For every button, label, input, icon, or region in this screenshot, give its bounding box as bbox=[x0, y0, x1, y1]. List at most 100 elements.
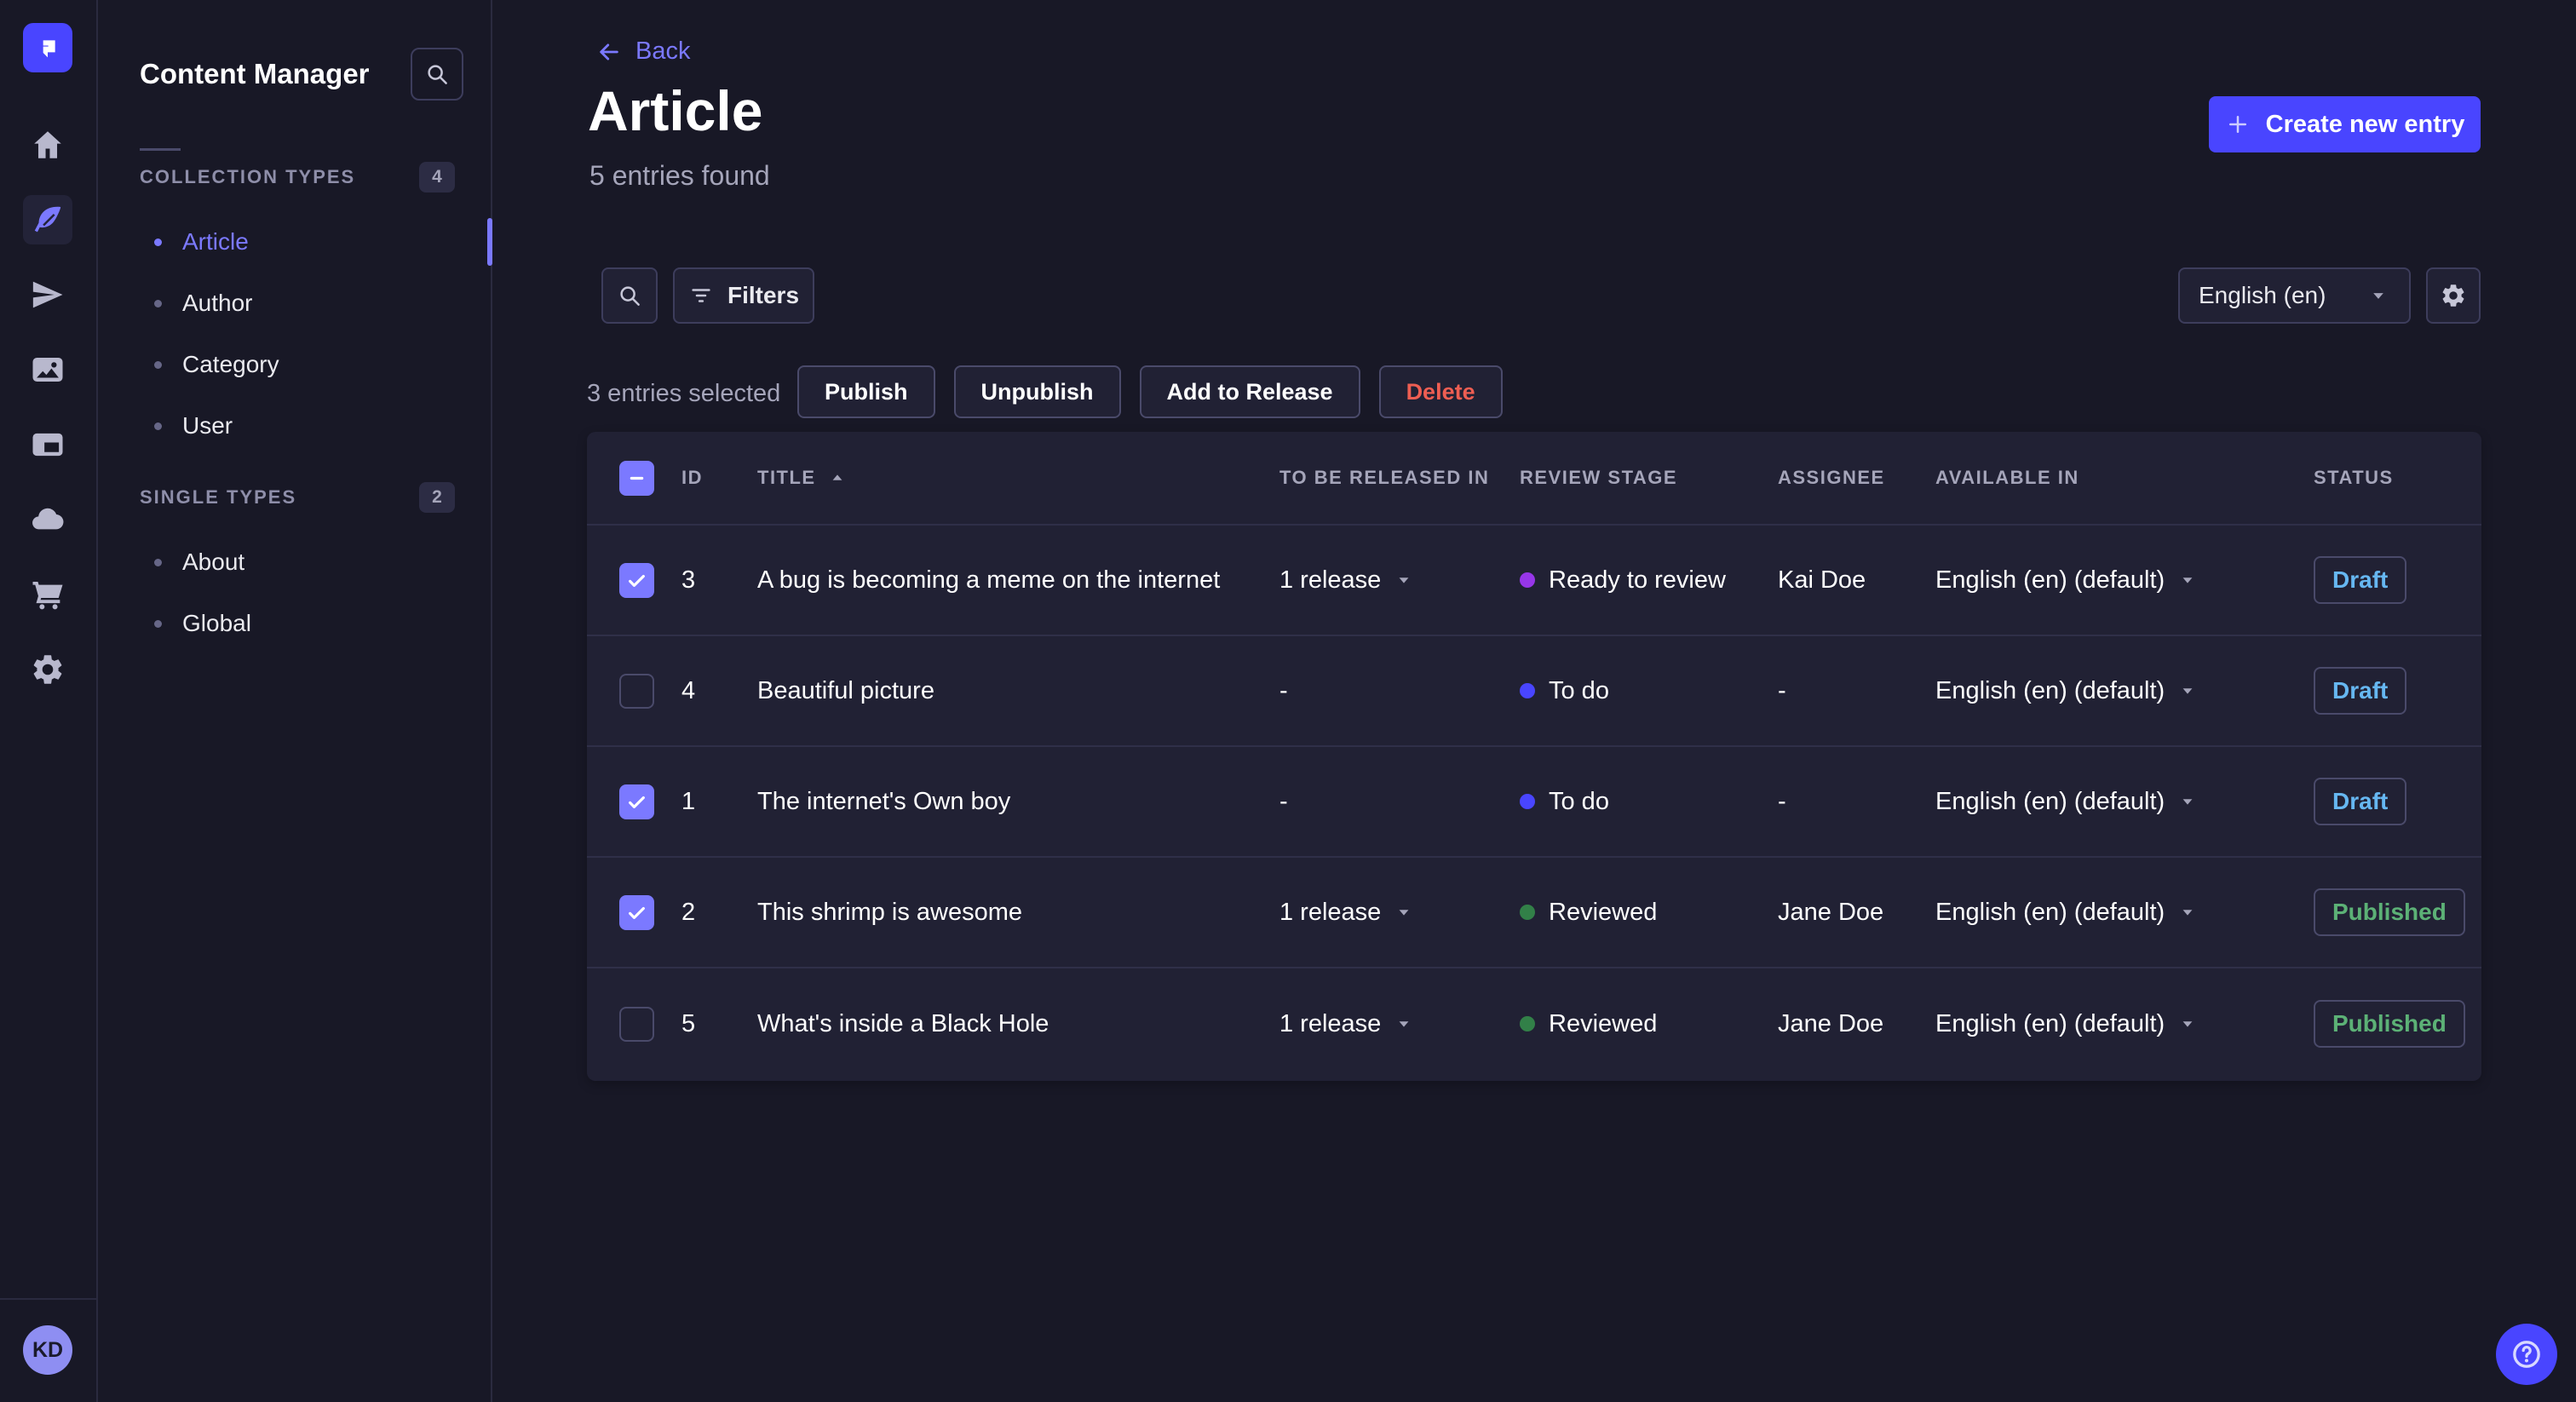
table-body: 3 A bug is becoming a meme on the interne… bbox=[587, 526, 2481, 1079]
row-checkbox[interactable] bbox=[619, 673, 654, 709]
main-nav-rail: KD bbox=[0, 0, 98, 1402]
sidebar-item-label: About bbox=[182, 549, 245, 575]
column-header-id: ID bbox=[681, 467, 703, 488]
column-header-title[interactable]: TITLE bbox=[757, 467, 1279, 489]
cell-id: 3 bbox=[681, 566, 696, 594]
gear-icon bbox=[30, 652, 66, 687]
table-row[interactable]: 5 What's inside a Black Hole 1 release Revi… bbox=[587, 968, 2481, 1079]
check-icon bbox=[625, 569, 648, 592]
filters-button[interactable]: Filters bbox=[673, 267, 814, 324]
rail-item-deploy[interactable] bbox=[23, 495, 72, 544]
sidebar-item-global[interactable]: Global bbox=[98, 593, 491, 654]
locale-select[interactable]: English (en) bbox=[2178, 267, 2411, 324]
check-icon bbox=[625, 901, 648, 924]
rail-item-content-type-builder[interactable] bbox=[23, 420, 72, 469]
cell-status: Published bbox=[2314, 1000, 2481, 1048]
back-link[interactable]: Back bbox=[596, 37, 690, 66]
chevron-down-icon bbox=[1393, 569, 1415, 591]
rail-item-marketplace[interactable] bbox=[23, 570, 72, 619]
sidebar-item-category[interactable]: Category bbox=[98, 334, 491, 395]
sidebar-item-label: Category bbox=[182, 351, 279, 377]
locale-label: English (en) (default) bbox=[1935, 787, 2165, 815]
stage-label: Reviewed bbox=[1549, 1009, 1658, 1037]
row-checkbox[interactable] bbox=[619, 784, 654, 819]
sidebar-item-article[interactable]: Article bbox=[98, 211, 492, 273]
chevron-down-icon bbox=[2176, 569, 2199, 591]
column-header-status: STATUS bbox=[2314, 467, 2394, 488]
cell-locale[interactable]: English (en) (default) bbox=[1935, 899, 2314, 927]
help-button[interactable] bbox=[2496, 1324, 2557, 1385]
sidebar-item-author[interactable]: Author bbox=[98, 273, 491, 334]
cell-assignee: Jane Doe bbox=[1778, 1009, 1884, 1037]
table-row[interactable]: 1 The internet's Own boy - To do - English (e… bbox=[587, 747, 2481, 858]
back-label: Back bbox=[635, 37, 691, 65]
sidebar-item-label: Author bbox=[182, 290, 253, 316]
release-label: 1 release bbox=[1279, 566, 1382, 594]
create-new-entry-button[interactable]: Create new entry bbox=[2209, 96, 2481, 152]
search-icon bbox=[424, 61, 450, 87]
cell-releases: - bbox=[1279, 677, 1520, 705]
minus-icon bbox=[625, 467, 648, 490]
locale-label: English (en) (default) bbox=[1935, 676, 2165, 704]
cell-id: 4 bbox=[681, 676, 696, 704]
table-row[interactable]: 2 This shrimp is awesome 1 release Reviewed… bbox=[587, 858, 2481, 968]
rail-item-media-library[interactable] bbox=[23, 345, 72, 394]
cell-releases[interactable]: 1 release bbox=[1279, 1010, 1520, 1038]
unpublish-button[interactable]: Unpublish bbox=[953, 365, 1121, 418]
search-button[interactable] bbox=[601, 267, 658, 324]
sidebar-title: Content Manager bbox=[140, 58, 370, 89]
cell-locale[interactable]: English (en) (default) bbox=[1935, 566, 2314, 595]
cell-releases[interactable]: 1 release bbox=[1279, 899, 1520, 927]
sort-ascending-icon bbox=[826, 467, 848, 489]
rail-item-content-manager[interactable] bbox=[23, 195, 72, 244]
cell-locale[interactable]: English (en) (default) bbox=[1935, 677, 2314, 705]
question-circle-icon bbox=[2510, 1337, 2544, 1371]
row-checkbox[interactable] bbox=[619, 562, 654, 598]
cell-review-stage: Ready to review bbox=[1520, 566, 1778, 595]
rail-item-home[interactable] bbox=[23, 120, 72, 170]
stage-label: To do bbox=[1549, 676, 1609, 704]
table-row[interactable]: 3 A bug is becoming a meme on the interne… bbox=[587, 526, 2481, 636]
sidebar-search-button[interactable] bbox=[411, 48, 463, 101]
stage-dot-icon bbox=[1520, 905, 1535, 920]
cell-review-stage: To do bbox=[1520, 788, 1778, 816]
cell-title: This shrimp is awesome bbox=[757, 898, 1023, 926]
section-header: SINGLE TYPES 2 bbox=[98, 479, 491, 516]
rail-item-settings[interactable] bbox=[23, 645, 72, 694]
cell-title: Beautiful picture bbox=[757, 676, 934, 704]
content-manager-sidebar: Content Manager COLLECTION TYPES 4 Article… bbox=[98, 0, 492, 1402]
cell-releases[interactable]: 1 release bbox=[1279, 566, 1520, 595]
cell-locale[interactable]: English (en) (default) bbox=[1935, 788, 2314, 816]
select-all-checkbox[interactable] bbox=[619, 460, 654, 496]
cell-assignee: Kai Doe bbox=[1778, 566, 1866, 594]
publish-button[interactable]: Publish bbox=[797, 365, 935, 418]
cell-locale[interactable]: English (en) (default) bbox=[1935, 1010, 2314, 1038]
view-settings-button[interactable] bbox=[2426, 267, 2481, 324]
filter-icon bbox=[688, 283, 714, 308]
add-to-release-button[interactable]: Add to Release bbox=[1139, 365, 1360, 418]
locale-selected-value: English (en) bbox=[2199, 282, 2326, 308]
feather-icon bbox=[30, 202, 66, 238]
chevron-down-icon bbox=[2366, 284, 2390, 307]
cell-title: What's inside a Black Hole bbox=[757, 1009, 1049, 1037]
table-row[interactable]: 4 Beautiful picture - To do - English (en) (d… bbox=[587, 636, 2481, 747]
sidebar-item-about[interactable]: About bbox=[98, 531, 491, 593]
cloud-icon bbox=[30, 502, 66, 537]
delete-button[interactable]: Delete bbox=[1378, 365, 1503, 418]
search-icon bbox=[617, 283, 642, 308]
rail-item-releases[interactable] bbox=[23, 270, 72, 319]
row-checkbox[interactable] bbox=[619, 894, 654, 930]
strapi-logo-icon bbox=[34, 34, 61, 61]
status-badge: Draft bbox=[2314, 778, 2407, 825]
bullet-icon bbox=[154, 422, 162, 430]
strapi-logo[interactable] bbox=[23, 23, 72, 72]
paper-plane-icon bbox=[30, 277, 66, 313]
cell-id: 1 bbox=[681, 787, 696, 815]
release-label: - bbox=[1279, 676, 1288, 704]
user-avatar[interactable]: KD bbox=[23, 1325, 72, 1375]
sidebar-header: Content Manager bbox=[140, 48, 463, 101]
column-header-available-in: AVAILABLE IN bbox=[1935, 467, 2079, 488]
row-checkbox[interactable] bbox=[619, 1006, 654, 1042]
sidebar-item-user[interactable]: User bbox=[98, 395, 491, 457]
section-label: SINGLE TYPES bbox=[140, 486, 297, 508]
